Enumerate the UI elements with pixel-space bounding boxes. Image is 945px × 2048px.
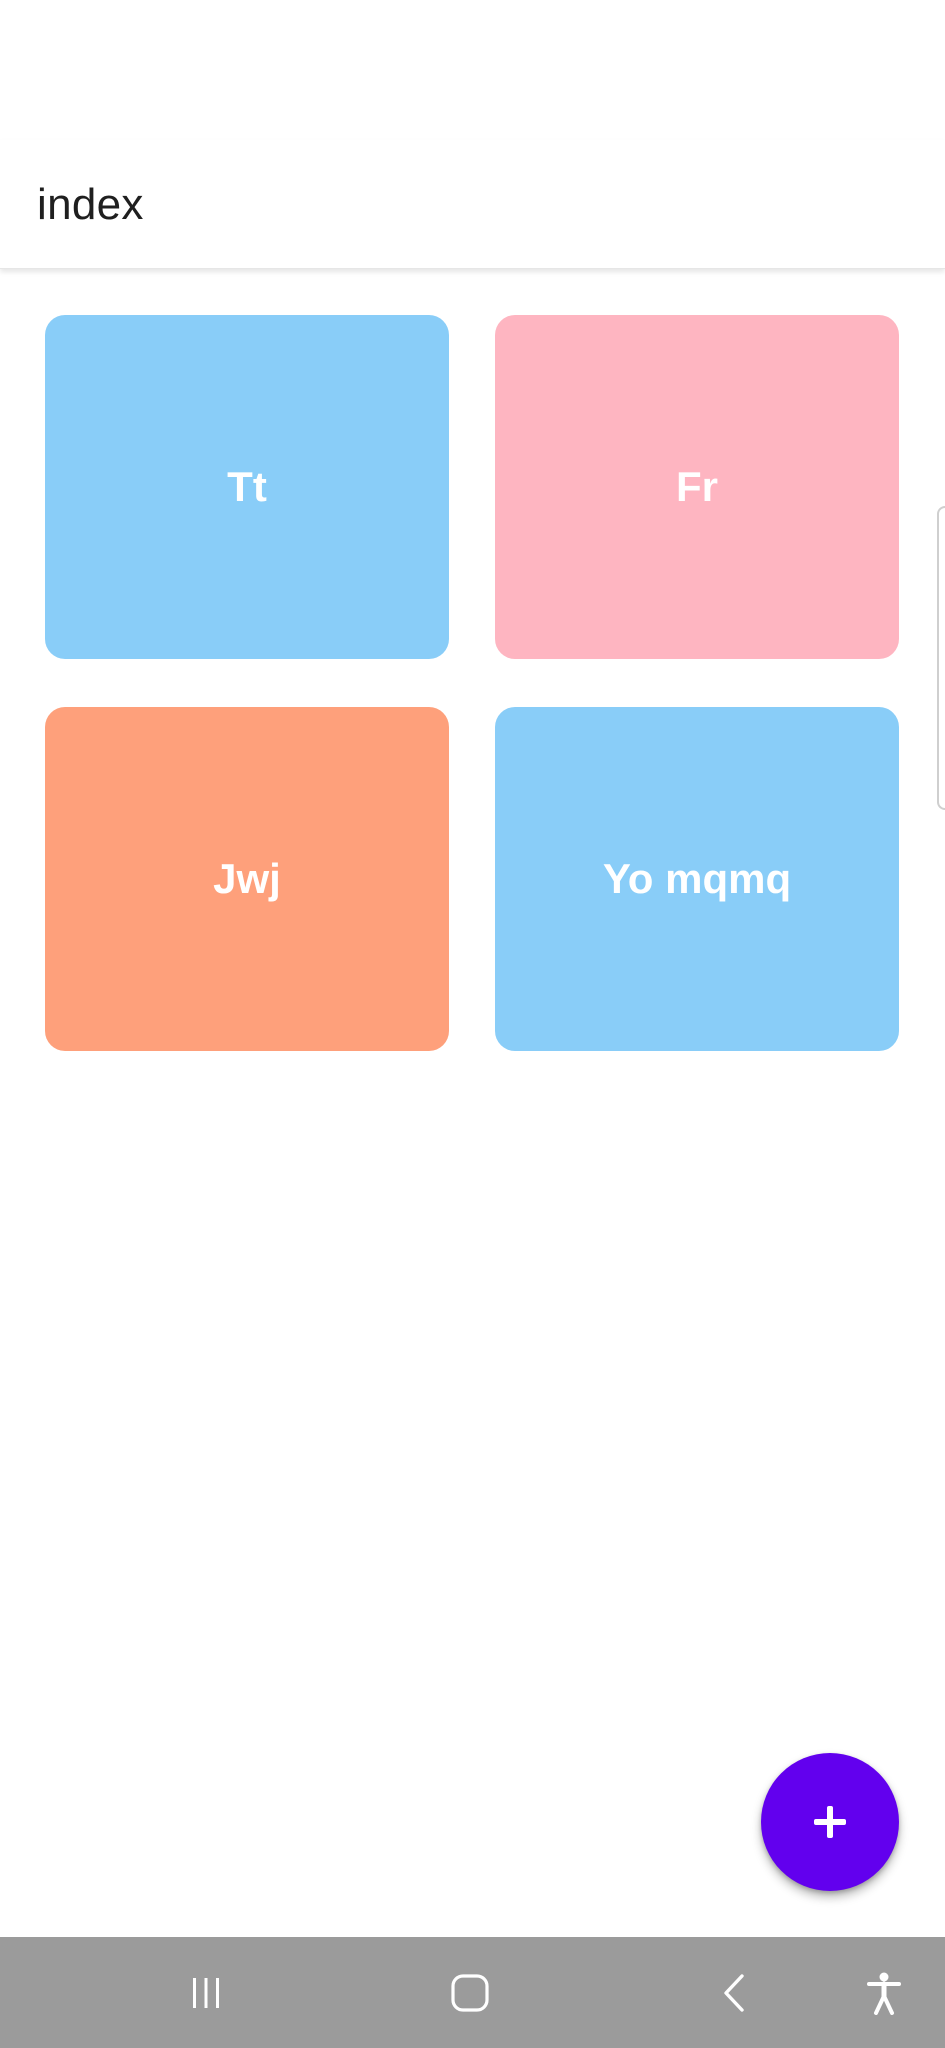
accessibility-button[interactable]: [834, 1937, 934, 2048]
note-card[interactable]: Yo mqmq: [495, 707, 899, 1051]
note-card[interactable]: Jwj: [45, 707, 449, 1051]
system-navigation-bar: [0, 1937, 945, 2048]
back-icon: [724, 1973, 744, 2012]
app-screen: index Tt Fr Jwj Yo mqmq: [0, 0, 945, 2048]
note-card[interactable]: Fr: [495, 315, 899, 659]
note-card-label: Tt: [227, 463, 267, 510]
page-title: index: [37, 180, 144, 229]
note-card[interactable]: Tt: [45, 315, 449, 659]
note-card-label: Jwj: [213, 855, 281, 902]
note-card-label: Yo mqmq: [602, 855, 792, 902]
home-button[interactable]: [420, 1937, 520, 2048]
status-bar-area: [0, 0, 945, 140]
plus-icon: [814, 1806, 846, 1838]
accessibility-icon: [867, 1972, 901, 2015]
recents-button[interactable]: [156, 1937, 256, 2048]
note-card-label: Fr: [676, 463, 718, 510]
recents-icon: [193, 1977, 219, 2008]
home-icon: [451, 1973, 489, 2012]
app-bar: index: [0, 140, 945, 269]
add-note-button[interactable]: [761, 1753, 899, 1891]
back-button[interactable]: [686, 1937, 786, 2048]
edge-panel-handle[interactable]: [937, 506, 945, 810]
